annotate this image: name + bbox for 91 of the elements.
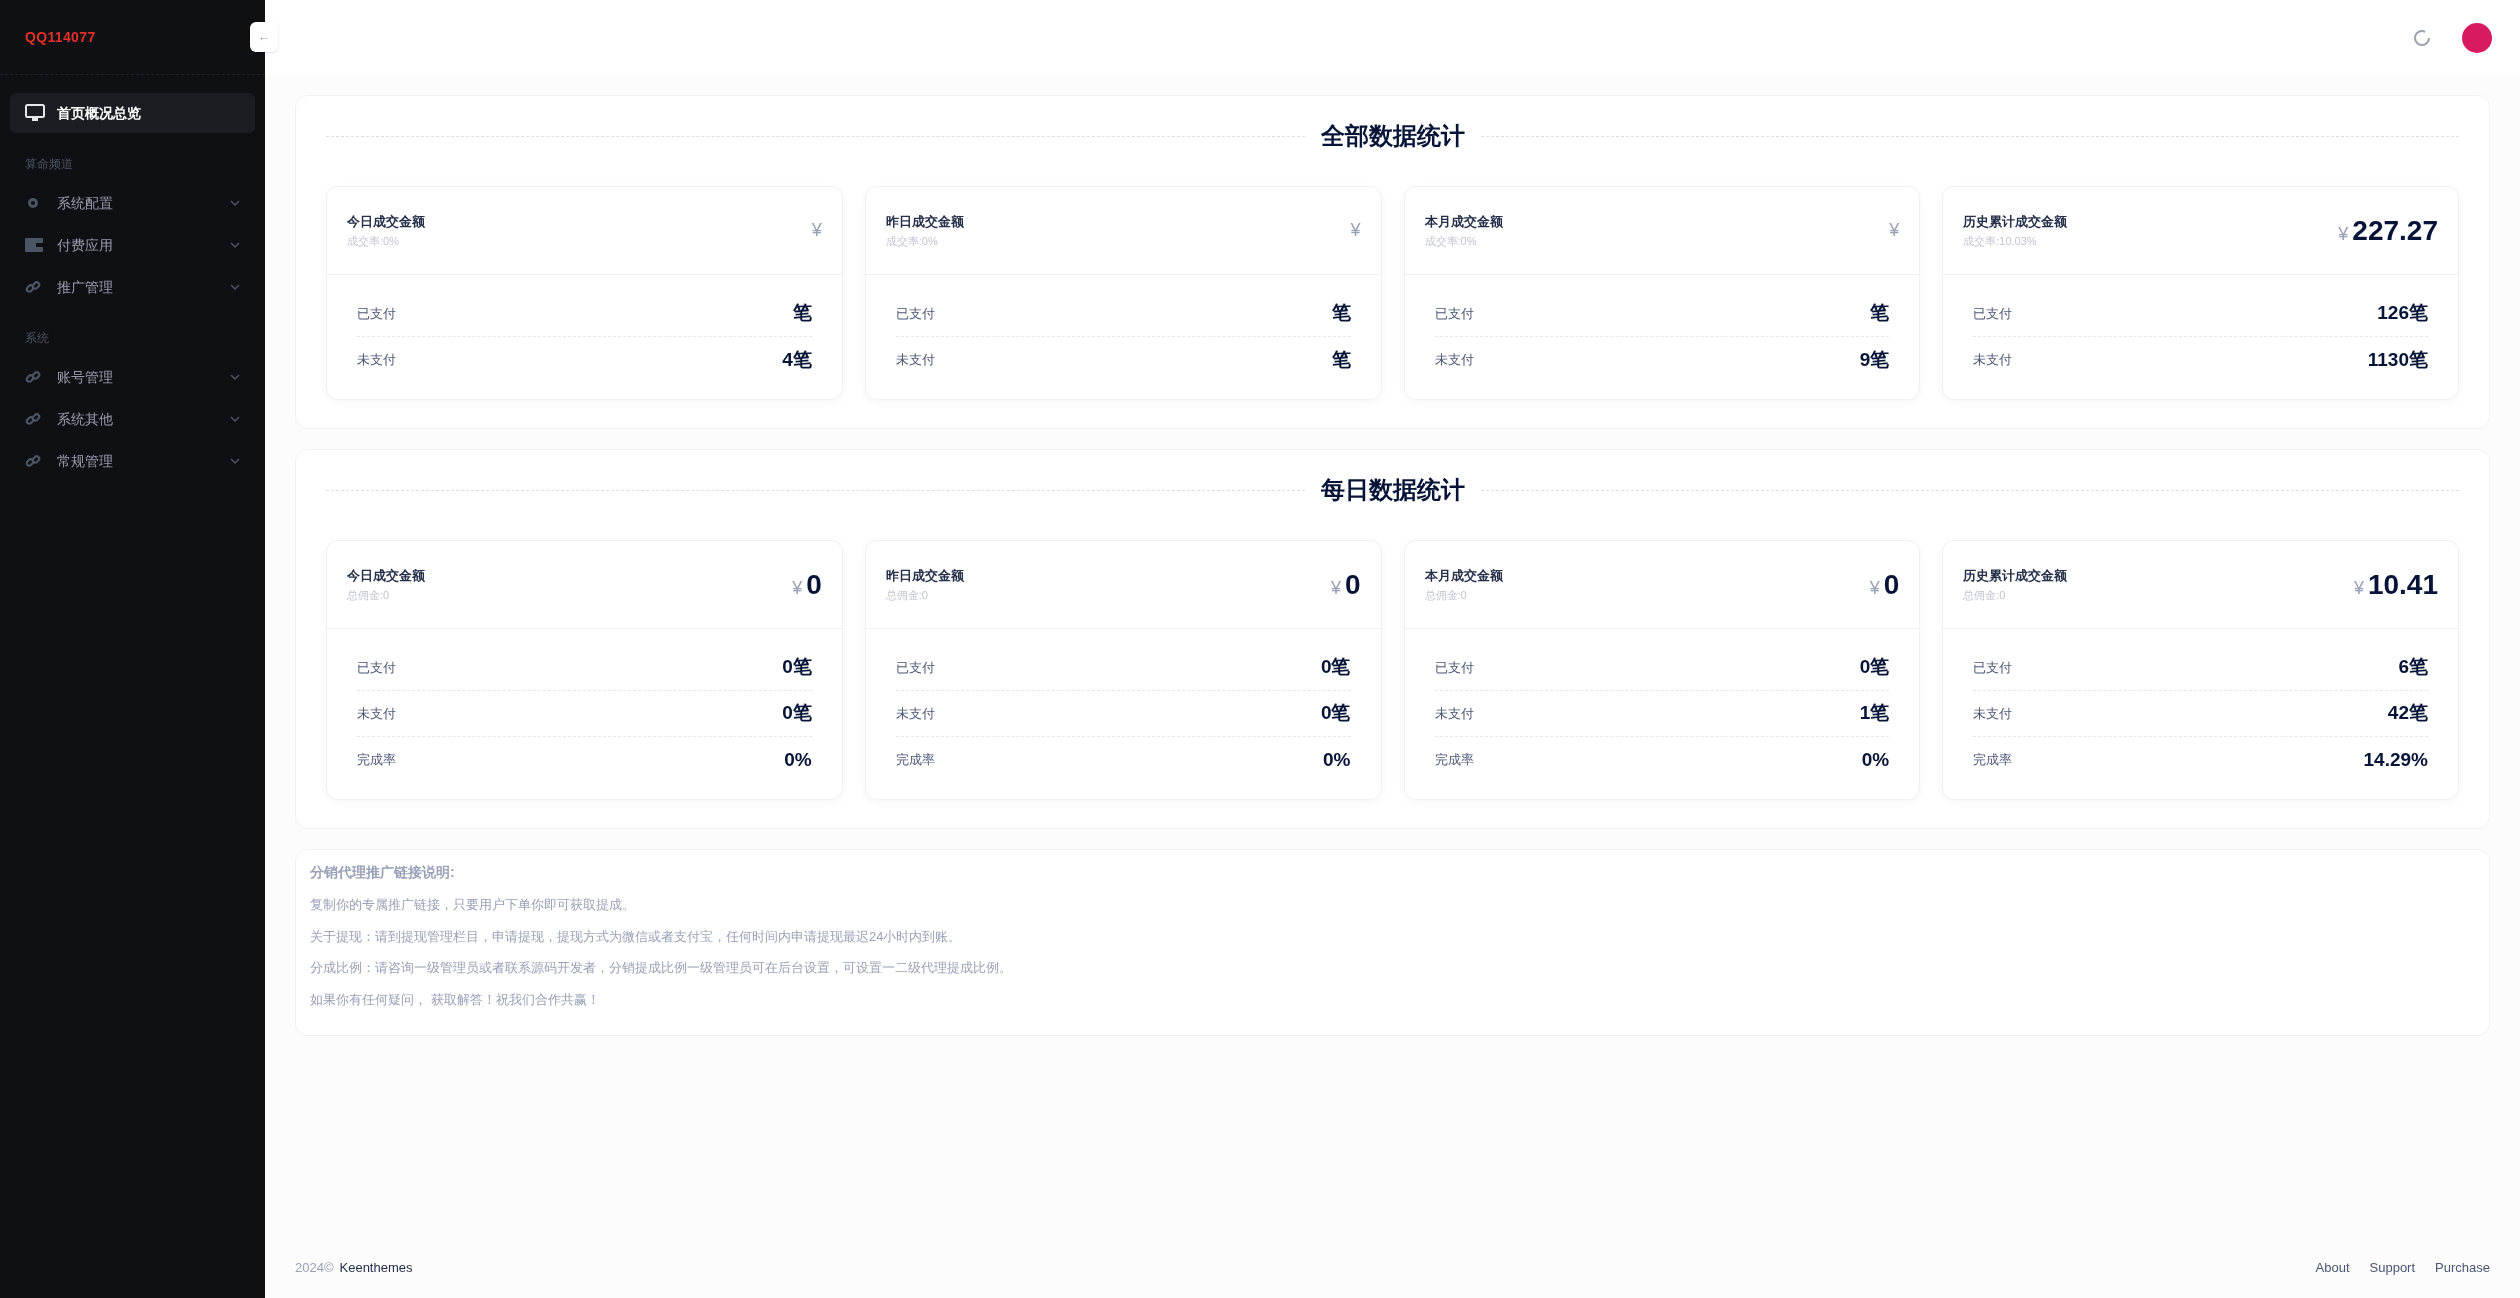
row-label: 已支付 xyxy=(1973,304,2013,323)
row-value: 笔 xyxy=(1331,301,1351,326)
row-label: 完成率 xyxy=(1973,751,2013,770)
row-value: 9笔 xyxy=(1859,347,1890,372)
monitor-icon xyxy=(25,104,45,122)
nav-item[interactable]: 常规管理 xyxy=(10,441,255,481)
avatar[interactable] xyxy=(2462,22,2492,53)
gear-icon xyxy=(25,195,41,211)
notice-title: 分销代理推广链接说明: xyxy=(310,863,456,882)
currency-sign: ¥ xyxy=(1889,219,1900,242)
currency-sign: ¥ xyxy=(811,219,822,242)
nav-item[interactable]: 推广管理 xyxy=(10,267,255,307)
row-label: 完成率 xyxy=(357,751,396,770)
row-label: 已支付 xyxy=(357,304,396,323)
row-value: 0% xyxy=(784,747,812,772)
row-value: 42笔 xyxy=(2387,701,2428,726)
currency-sign: ¥ xyxy=(1330,576,1341,600)
footer-year: 2024© xyxy=(295,1259,334,1278)
nav-item[interactable]: 账号管理 xyxy=(10,357,255,397)
row-label: 未支付 xyxy=(1973,704,2013,723)
link-icon xyxy=(25,411,41,427)
row-label: 完成率 xyxy=(895,751,935,770)
row-value: 0笔 xyxy=(782,701,812,726)
row-label: 已支付 xyxy=(895,304,935,323)
footer-brand-link[interactable]: Keenthemes xyxy=(339,1258,413,1278)
currency-sign: ¥ xyxy=(1350,219,1361,242)
logo: QQ114077 xyxy=(25,27,96,47)
row-value: 0笔 xyxy=(1320,655,1351,680)
currency-sign: ¥ xyxy=(2338,222,2349,246)
row-value: 126笔 xyxy=(2377,301,2428,326)
row-label: 未支付 xyxy=(895,704,935,723)
spinner-icon[interactable] xyxy=(2412,27,2432,48)
amount-value: 0 xyxy=(1344,567,1361,602)
row-value: 0笔 xyxy=(1859,655,1890,680)
row-label: 已支付 xyxy=(1434,304,1474,323)
row-value: 0笔 xyxy=(782,655,812,680)
row-value: 0笔 xyxy=(1320,701,1351,726)
row-value: 笔 xyxy=(792,301,812,326)
row-value: 14.29% xyxy=(2363,747,2428,772)
nav-item[interactable]: 付费应用 xyxy=(10,225,255,265)
row-value: 4笔 xyxy=(782,347,812,372)
row-label: 未支付 xyxy=(1434,704,1474,723)
row-value: 0% xyxy=(1323,747,1351,772)
row-label: 已支付 xyxy=(1434,658,1474,677)
row-value: 6笔 xyxy=(2398,655,2428,680)
card-title: 今日成交金额 xyxy=(347,566,425,585)
panel-title: 全部数据统计 xyxy=(1320,121,1465,151)
row-value: 笔 xyxy=(1870,301,1890,326)
row-label: 完成率 xyxy=(1434,751,1474,770)
link-icon xyxy=(25,453,41,469)
nav-section-heading: 系统 xyxy=(24,330,50,347)
row-value: 1笔 xyxy=(1859,701,1890,726)
row-label: 未支付 xyxy=(1973,351,2013,370)
link-icon xyxy=(25,279,41,295)
amount-value: 0 xyxy=(1883,567,1900,602)
row-value: 笔 xyxy=(1331,347,1351,372)
footer-link[interactable]: Purchase xyxy=(2435,1258,2490,1278)
card-title: 历史累计成交金额 xyxy=(1963,212,2068,231)
card-title: 本月成交金额 xyxy=(1424,212,1503,231)
row-value: 0% xyxy=(1861,747,1890,772)
amount-value: 10.41 xyxy=(2367,567,2438,602)
card-title: 本月成交金额 xyxy=(1424,566,1503,585)
card-title: 历史累计成交金额 xyxy=(1963,566,2068,585)
row-label: 未支付 xyxy=(895,351,935,370)
card-title: 今日成交金额 xyxy=(347,212,425,231)
row-label: 未支付 xyxy=(357,351,396,370)
nav-section-heading: 算命频道 xyxy=(24,156,74,173)
currency-sign: ¥ xyxy=(2353,576,2364,600)
notice-paragraph: 复制你的专属推广链接，只要用户下单你即可获取提成。 xyxy=(310,896,636,914)
amount-value: 227.27 xyxy=(2352,213,2438,248)
notice-paragraph: 关于提现：请到提现管理栏目，申请提现，提现方式为微信或者支付宝，任何时间内申请提现最迟24小时内到账。 xyxy=(310,927,963,946)
panel-title: 每日数据统计 xyxy=(1320,475,1465,505)
wallet-icon xyxy=(25,238,43,252)
nav-item[interactable]: 首页概况总览 xyxy=(10,93,255,133)
notice-paragraph: 如果你有任何疑问， 获取解答！祝我们合作共赢！ xyxy=(310,990,601,1009)
row-label: 已支付 xyxy=(357,658,396,677)
card-title: 昨日成交金额 xyxy=(885,566,964,585)
row-label: 未支付 xyxy=(357,704,396,723)
nav-item[interactable]: 系统配置 xyxy=(10,183,255,223)
footer-link[interactable]: About xyxy=(2315,1258,2350,1278)
currency-sign: ¥ xyxy=(792,576,803,600)
nav-item[interactable]: 系统其他 xyxy=(10,399,255,439)
amount-value: 0 xyxy=(806,567,822,602)
card-title: 昨日成交金额 xyxy=(885,212,964,231)
row-value: 1130笔 xyxy=(2367,347,2428,372)
footer-link[interactable]: Support xyxy=(2369,1258,2416,1278)
row-label: 未支付 xyxy=(1434,351,1474,370)
row-label: 已支付 xyxy=(1973,658,2013,677)
link-icon xyxy=(25,369,41,385)
row-label: 已支付 xyxy=(895,658,935,677)
currency-sign: ¥ xyxy=(1869,576,1880,600)
